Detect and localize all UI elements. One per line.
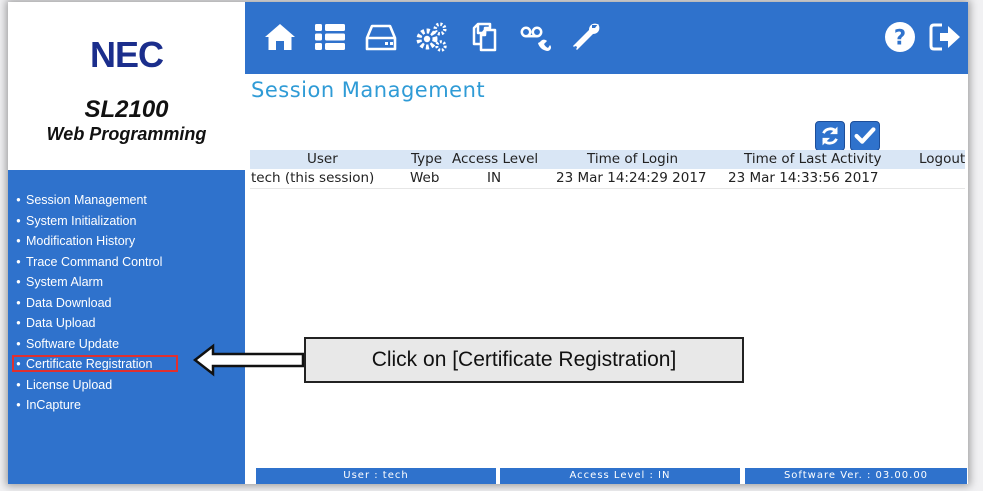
product-subtitle: Web Programming — [46, 124, 207, 144]
voicemail-icon[interactable] — [518, 20, 552, 54]
logout-icon[interactable] — [928, 20, 962, 54]
svg-text:?: ? — [894, 26, 906, 50]
highlight-box — [12, 355, 178, 372]
wrench-icon[interactable] — [569, 20, 603, 54]
column-header-user: User — [307, 151, 338, 167]
refresh-button[interactable] — [815, 121, 845, 151]
nec-logo: NEC — [89, 34, 164, 75]
column-header-last-activity: Time of Last Activity — [744, 151, 882, 167]
home-icon[interactable] — [263, 20, 297, 54]
cell-type: Web — [410, 170, 440, 186]
product-name: SL2100 — [84, 96, 169, 123]
bullet-icon: • — [16, 275, 21, 289]
check-icon — [854, 127, 876, 144]
session-table: User Type Access Level Time of Login Tim… — [250, 150, 965, 189]
help-icon[interactable]: ? — [883, 20, 917, 54]
sidebar-item-label: Data Download — [26, 295, 112, 310]
list-icon[interactable] — [313, 20, 347, 54]
sidebar-item-label: Modification History — [26, 234, 136, 248]
gears-icon[interactable] — [415, 20, 449, 54]
drive-icon[interactable] — [364, 20, 398, 54]
status-access-level: Access Level : IN — [500, 468, 740, 484]
sidebar-item-label: System Initialization — [26, 213, 137, 228]
top-toolbar: ? — [245, 2, 968, 74]
bullet-icon: • — [16, 377, 21, 392]
table-row[interactable]: tech (this session) Web IN 23 Mar 14:24:… — [250, 169, 965, 189]
brand-panel: NEC SL2100 Web Programming — [8, 2, 245, 170]
refresh-icon — [822, 126, 838, 146]
sidebar-item-label: License Upload — [26, 377, 113, 392]
cell-access-level: IN — [487, 170, 502, 186]
sidebar-nav: • Session Management • System Initializati… — [8, 170, 245, 484]
apply-button[interactable] — [850, 121, 880, 151]
sidebar-item-label: Software Update — [26, 336, 120, 351]
status-user: User : tech — [256, 468, 496, 484]
table-header-row: User Type Access Level Time of Login Tim… — [250, 150, 965, 169]
sidebar-item-label: Data Upload — [26, 316, 96, 330]
sidebar-item-data-download[interactable]: • Data Download — [8, 293, 245, 314]
bullet-icon: • — [16, 193, 21, 207]
sidebar-item-label: InCapture — [26, 398, 81, 412]
copy-icon[interactable] — [465, 20, 499, 54]
sidebar-item-label: Session Management — [26, 193, 147, 207]
bullet-icon: • — [16, 316, 21, 330]
sidebar-item-system-alarm[interactable]: • System Alarm — [8, 272, 245, 293]
bullet-icon: • — [16, 295, 21, 310]
callout-box: Click on [Certificate Registration] — [304, 337, 744, 383]
bullet-icon: • — [16, 213, 21, 228]
callout-arrow — [193, 343, 305, 377]
sidebar: NEC SL2100 Web Programming • Session Mana… — [8, 2, 245, 484]
column-header-time-of-login: Time of Login — [587, 151, 679, 167]
sidebar-item-trace-command-control[interactable]: • Trace Command Control — [8, 252, 245, 273]
status-software-version: Software Ver. : 03.00.00 — [745, 468, 967, 484]
sidebar-item-label: System Alarm — [26, 275, 104, 289]
bullet-icon: • — [16, 254, 21, 269]
sidebar-item-modification-history[interactable]: • Modification History — [8, 231, 245, 252]
bullet-icon: • — [16, 336, 21, 351]
cell-user: tech (this session) — [251, 170, 375, 186]
sidebar-item-label: Trace Command Control — [26, 254, 163, 269]
sidebar-item-system-initialization[interactable]: • System Initialization — [8, 211, 245, 232]
cell-login-time: 23 Mar 14:24:29 2017 — [556, 170, 707, 186]
sidebar-item-session-management[interactable]: • Session Management — [8, 190, 245, 211]
column-header-logout: Logout — [919, 151, 966, 167]
sidebar-item-incapture[interactable]: • InCapture — [8, 395, 245, 416]
bullet-icon: • — [16, 234, 21, 248]
cell-last-activity: 23 Mar 14:33:56 2017 — [728, 170, 879, 186]
column-header-access-level: Access Level — [452, 151, 539, 167]
app-window: NEC SL2100 Web Programming • Session Mana… — [8, 2, 968, 484]
bullet-icon: • — [16, 398, 21, 412]
column-header-type: Type — [411, 151, 443, 167]
sidebar-item-data-upload[interactable]: • Data Upload — [8, 313, 245, 334]
page-title: Session Management — [251, 78, 486, 102]
